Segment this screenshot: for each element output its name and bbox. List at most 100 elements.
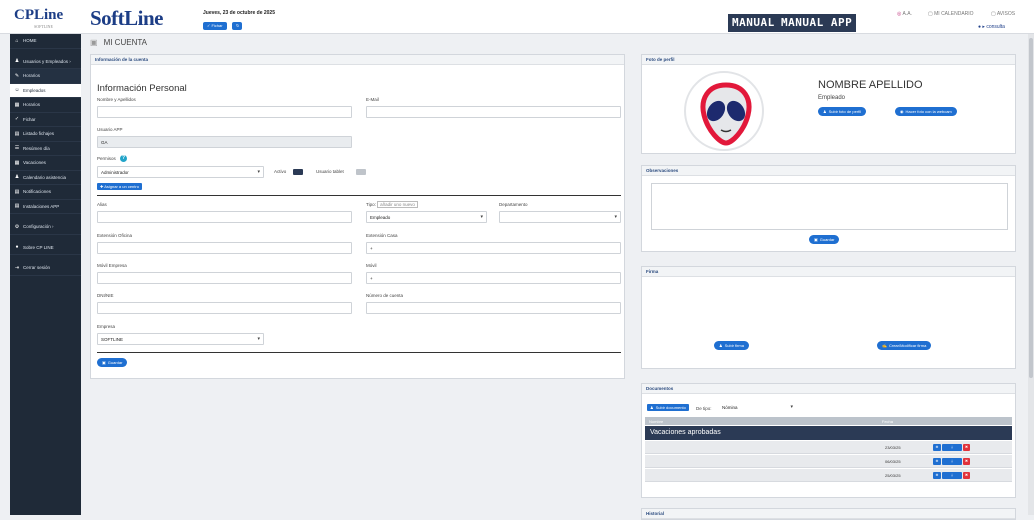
table-row: 23/03/25 ⊕ ⤓ ✖ — [645, 441, 1012, 454]
camera-icon: ◉ — [900, 109, 904, 114]
assign-center-button[interactable]: ✚ Asignar a un centro — [97, 183, 142, 190]
permisos-select[interactable]: Administrador — [97, 166, 264, 178]
sidebar-item-vacaciones[interactable]: ▦ Vacaciones — [10, 156, 81, 171]
sidebar-item-configuracion[interactable]: ⚙ Configuración › — [10, 220, 81, 235]
save-button[interactable]: ▣ Guardar — [97, 358, 128, 367]
download-icon[interactable]: ⤓ — [942, 458, 962, 465]
tablet-label: Usuario tablet — [316, 169, 344, 174]
user-app-label: Usuario APP — [97, 127, 123, 132]
avatar — [684, 71, 764, 151]
sidebar-item-cerrar-sesion[interactable]: ⇥ Cerrar sesión — [10, 261, 81, 276]
upload-document-button[interactable]: ♟ Subir documento — [647, 404, 689, 411]
panel-header: Información de la cuenta — [91, 55, 624, 65]
download-icon[interactable]: ⤓ — [942, 472, 962, 479]
profile-name: NOMBRE APELLIDO — [818, 79, 923, 91]
observaciones-panel: Observaciones ▣ Guardar — [641, 165, 1016, 252]
create-signature-button[interactable]: ✍ Crear/Modificar firma — [877, 341, 932, 350]
user-link[interactable]: ● ▸ consulta — [978, 24, 1005, 30]
table-row: 06/03/25 ⊕ ⤓ ✖ — [645, 455, 1012, 468]
user-icon: ♟ — [650, 405, 654, 410]
sidebar-item-horarios[interactable]: ▦ Horarios — [10, 98, 81, 113]
scrollbar[interactable] — [1028, 34, 1034, 515]
current-date: Jueves, 23 de octubre de 2025 — [203, 10, 275, 16]
ext-oficina-field[interactable] — [97, 242, 352, 254]
users-icon: ♟ — [14, 174, 20, 181]
user-icon: ♟ — [719, 343, 723, 348]
user-menu[interactable]: ◎ A.A. — [897, 11, 912, 17]
sidebar-item-instalaciones-app[interactable]: ▤ Instalaciones APP — [10, 200, 81, 214]
sidebar-item-fichar[interactable]: ✓ Fichar — [10, 113, 81, 127]
activo-label: Activo — [274, 169, 287, 174]
manual-app-button[interactable]: MANUAL APP — [777, 14, 857, 32]
movil-empresa-field[interactable] — [97, 272, 352, 284]
observaciones-textarea[interactable] — [651, 183, 1008, 230]
gear-icon: ⚙ — [14, 223, 20, 230]
ext-casa-field[interactable]: + — [366, 242, 621, 254]
cp-line-logo[interactable]: CPLine SOFTLINE — [14, 7, 63, 29]
divider — [97, 352, 621, 353]
empresa-select[interactable]: SOFTLINE — [97, 333, 264, 345]
signature-icon: ✍ — [882, 343, 887, 348]
sidebar-item-horarios-edit[interactable]: ✎ Horarios — [10, 69, 81, 84]
notification-icon: ▤ — [14, 188, 20, 195]
delete-icon[interactable]: ✖ — [963, 472, 970, 479]
doc-type-select[interactable]: Nómina — [719, 402, 796, 414]
dni-field[interactable] — [97, 302, 352, 314]
cuenta-field[interactable] — [366, 302, 621, 314]
depto-select[interactable] — [499, 211, 621, 223]
pencil-icon: ✎ — [14, 72, 20, 79]
users-icon: ☺ — [14, 87, 20, 94]
manual-button[interactable]: MANUAL — [728, 14, 779, 32]
softline-logo[interactable]: SoftLine — [90, 6, 164, 31]
help-icon[interactable]: ? — [120, 155, 127, 162]
sidebar-item-sobre[interactable]: ● Sobre CP LINE — [10, 241, 81, 255]
fichar-button[interactable]: ✓ Fichar — [203, 22, 227, 30]
tipo-label: Tipo: añadir uno nuevo — [366, 201, 418, 208]
save-icon: ▣ — [102, 360, 106, 365]
view-icon[interactable]: ⊕ — [933, 444, 941, 451]
name-label: Nombre y Apellidos — [97, 97, 136, 102]
sidebar-item-usuarios[interactable]: ♟ Usuarios y Empleados › — [10, 55, 81, 69]
webcam-photo-button[interactable]: ◉ Hacer foto con la webcam — [895, 107, 957, 116]
tablet-toggle[interactable] — [356, 169, 366, 175]
user-circle-icon: ● — [978, 24, 982, 30]
documents-group-row[interactable]: Vacaciones aprobadas — [645, 426, 1012, 440]
view-icon[interactable]: ⊕ — [933, 472, 941, 479]
notices-link[interactable]: ▢ AVISOS — [991, 11, 1015, 17]
account-info-panel: Información de la cuenta Información Per… — [90, 54, 625, 379]
calendar-link[interactable]: ▢ MI CALENDARIO — [928, 11, 974, 17]
user-app-field: GA — [97, 136, 352, 148]
email-field[interactable] — [366, 106, 621, 118]
depto-label: Departamento — [499, 202, 528, 207]
activo-toggle[interactable] — [293, 169, 303, 175]
delete-icon[interactable]: ✖ — [963, 458, 970, 465]
panel-header: Documentos — [642, 384, 1015, 394]
view-icon[interactable]: ⊕ — [933, 458, 941, 465]
save-observaciones-button[interactable]: ▣ Guardar — [809, 235, 840, 244]
cuenta-label: Número de cuenta — [366, 293, 404, 298]
save-icon: ▣ — [814, 237, 818, 242]
scrollbar-thumb[interactable] — [1029, 38, 1033, 378]
alias-field[interactable] — [97, 211, 352, 223]
movil-field[interactable]: + — [366, 272, 621, 284]
sidebar-item-listado-fichajes[interactable]: ▤ Listado fichajes — [10, 127, 81, 142]
tipo-hint[interactable]: añadir uno nuevo — [377, 201, 418, 208]
sidebar-item-resumen-dia[interactable]: ☰ Resúmen día — [10, 142, 81, 156]
delete-icon[interactable]: ✖ — [963, 444, 970, 451]
documents-table-header: Nombre Fecha — [645, 417, 1012, 425]
download-icon[interactable]: ⤓ — [942, 444, 962, 451]
sidebar-item-empleados[interactable]: ☺ Empleados — [10, 83, 81, 98]
sidebar-item-home[interactable]: ⌂ HOME — [10, 34, 81, 49]
refresh-icon[interactable]: ↻ — [232, 22, 242, 30]
movil-empresa-label: Móvil Empresa — [97, 263, 127, 268]
name-field[interactable] — [97, 106, 352, 118]
user-card-icon: ▣ — [90, 38, 98, 47]
tipo-select[interactable]: Empleado — [366, 211, 487, 223]
panel-header: Observaciones — [642, 166, 1015, 176]
sidebar-item-notificaciones[interactable]: ▤ Notificaciones — [10, 185, 81, 200]
sidebar-item-calendario-asistencia[interactable]: ♟ Calendario asistencia — [10, 171, 81, 185]
check-icon: ✓ — [14, 116, 20, 123]
upload-photo-button[interactable]: ♟ Subir foto de perfil — [818, 107, 867, 116]
historial-panel: Historial — [641, 508, 1016, 520]
upload-signature-button[interactable]: ♟ Subir firma — [714, 341, 749, 350]
